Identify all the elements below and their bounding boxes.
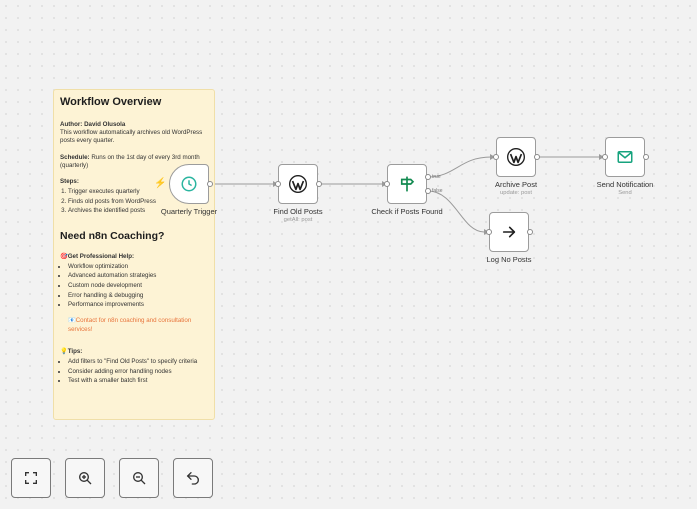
arrow-right-icon [502, 226, 516, 238]
input-port-log[interactable] [486, 229, 492, 235]
node-label-notify: Send Notification [596, 180, 654, 189]
undo-icon [186, 472, 199, 485]
contact-text: 📧Contact for n8n coaching and consultati… [68, 317, 192, 333]
wordpress-icon [289, 175, 307, 193]
tips-label: 💡Tips: [60, 347, 83, 355]
node-archive-post[interactable] [496, 137, 536, 177]
list-item: Consider adding error handling nodes [68, 368, 208, 376]
wordpress-icon [507, 148, 525, 166]
input-port-find[interactable] [275, 181, 281, 187]
zoom-out-icon [133, 472, 146, 485]
output-port-check-true[interactable] [425, 174, 431, 180]
list-item: Error handling & debugging [68, 292, 208, 300]
input-port-archive[interactable] [493, 154, 499, 160]
output-port-notify[interactable] [643, 154, 649, 160]
signpost-icon [400, 176, 415, 192]
coaching-title: Need n8n Coaching? [60, 229, 165, 242]
node-subtitle-archive: update: post [500, 190, 532, 196]
list-item: Custom node development [68, 282, 208, 290]
branch-label-true: true [432, 174, 441, 180]
list-item: Test with a smaller batch first [68, 377, 208, 385]
sticky-note-workflow-overview[interactable]: Workflow Overview Author: David Olusola T… [53, 89, 215, 420]
node-label-find: Find Old Posts [273, 207, 323, 216]
output-port-check-false[interactable] [425, 188, 431, 194]
fit-view-button[interactable] [11, 458, 51, 498]
node-label-log: Log No Posts [486, 255, 532, 264]
node-label-archive: Archive Post [494, 180, 538, 189]
zoom-in-button[interactable] [65, 458, 105, 498]
output-port-find[interactable] [316, 181, 322, 187]
node-quarterly-trigger[interactable] [169, 164, 209, 204]
list-item: Performance improvements [68, 301, 208, 309]
output-port-log[interactable] [527, 229, 533, 235]
branch-label-false: false [432, 188, 443, 194]
node-send-notification[interactable] [605, 137, 645, 177]
help-list: Workflow optimization Advanced automatio… [60, 263, 208, 310]
fullscreen-icon [25, 472, 37, 484]
clock-icon [181, 176, 197, 192]
list-item: Advanced automation strategies [68, 272, 208, 280]
node-label-check: Check if Posts Found [371, 207, 443, 216]
list-item: Workflow optimization [68, 263, 208, 271]
output-port-archive[interactable] [534, 154, 540, 160]
zoom-out-button[interactable] [119, 458, 159, 498]
node-subtitle-find: getAll: post [283, 217, 313, 223]
output-port-trigger[interactable] [207, 181, 213, 187]
zoom-in-icon [79, 472, 92, 485]
input-port-notify[interactable] [602, 154, 608, 160]
sticky-title: Workflow Overview [60, 96, 162, 108]
trigger-bolt-icon: ⚡ [154, 178, 167, 189]
reset-zoom-button[interactable] [173, 458, 213, 498]
tips-list: Add filters to "Find Old Posts" to speci… [60, 358, 208, 385]
node-subtitle-notify: Send [618, 190, 632, 196]
list-item: Add filters to "Find Old Posts" to speci… [68, 358, 208, 366]
author-line: Author: David Olusola This workflow autom… [60, 121, 203, 145]
node-check-posts-found[interactable] [387, 164, 427, 204]
node-label-trigger: Quarterly Trigger [160, 207, 218, 216]
input-port-check[interactable] [384, 181, 390, 187]
envelope-icon [617, 151, 633, 163]
help-label: 🎯Get Professional Help: [60, 252, 135, 260]
node-find-old-posts[interactable] [278, 164, 318, 204]
node-log-no-posts[interactable] [489, 212, 529, 252]
